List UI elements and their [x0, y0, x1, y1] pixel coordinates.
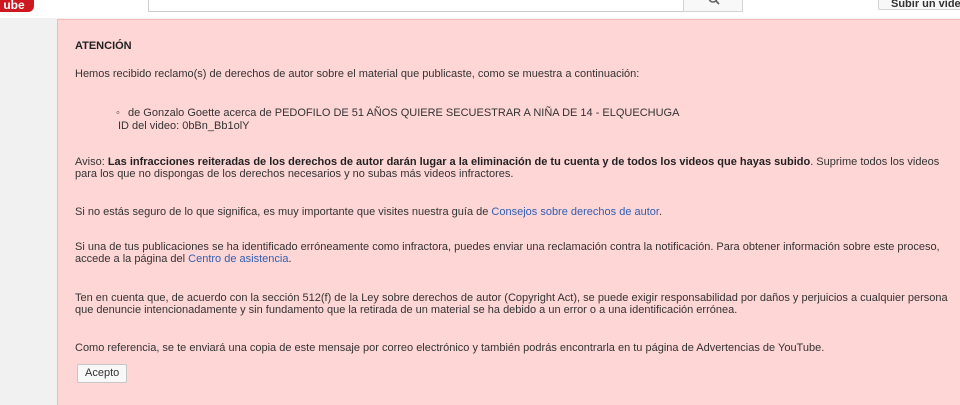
- video-id: ID del video: 0bBn_Bb1olY: [118, 120, 250, 132]
- notice-heading: ATENCIÓN: [75, 40, 132, 52]
- accept-button[interactable]: Acepto: [77, 364, 128, 383]
- claim-item: ◦ de Gonzalo Goette acerca de PEDOFILO DE…: [116, 107, 954, 119]
- search-icon: [708, 0, 720, 5]
- reference-text: Como referencia, se te enviará una copia…: [75, 342, 825, 354]
- help-center-link[interactable]: Centro de asistencia: [188, 253, 288, 265]
- unsure-body: Si no estás seguro de lo que significa, …: [75, 206, 492, 218]
- search-button[interactable]: [683, 0, 743, 12]
- youtube-logo[interactable]: ube: [0, 0, 34, 12]
- dispute-text: Si una de tus publicaciones se ha identi…: [75, 241, 954, 265]
- upload-button[interactable]: Subir un vídeo: [878, 0, 960, 10]
- copyright-tips-link[interactable]: Consejos sobre derechos de autor: [491, 206, 659, 218]
- unsure-end: .: [658, 206, 663, 218]
- dispute-end: .: [288, 253, 292, 265]
- notice-intro: Hemos recibido reclamo(s) de derechos de…: [75, 68, 640, 80]
- top-header: ube Subir un vídeo: [0, 0, 960, 18]
- legal-text: Ten en cuenta que, de acuerdo con la sec…: [75, 292, 948, 316]
- warning-prefix: Aviso:: [75, 156, 108, 168]
- warning-bold: Las infracciones reiteradas de los derec…: [107, 156, 811, 168]
- warning-text: Aviso: Las infracciones reiteradas de lo…: [75, 156, 954, 180]
- unsure-text: Si no estás seguro de lo que significa, …: [75, 206, 954, 218]
- copyright-notice-panel: ATENCIÓN Hemos recibido reclamo(s) de de…: [57, 19, 960, 405]
- search-input[interactable]: [148, 0, 684, 12]
- logo-text: ube: [3, 0, 25, 12]
- claim-text: de Gonzalo Goette acerca de PEDOFILO DE …: [128, 107, 680, 119]
- bullet-icon: ◦: [116, 107, 120, 119]
